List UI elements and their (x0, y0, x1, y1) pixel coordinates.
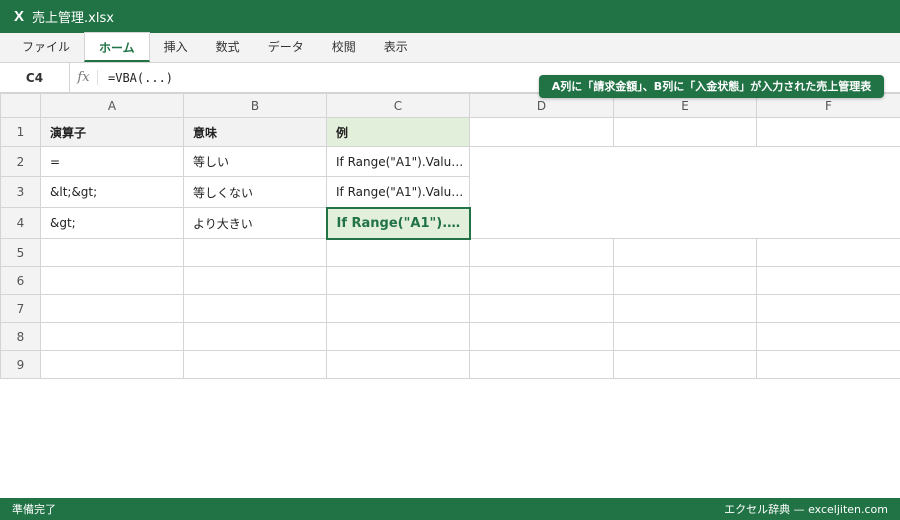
cell-c3[interactable]: If Range("A1").Valu… (326, 176, 470, 208)
cell-e9[interactable] (613, 350, 757, 379)
cell-d9[interactable] (469, 350, 614, 379)
cell-a2[interactable]: = (40, 146, 184, 177)
cell-d8[interactable] (469, 322, 614, 351)
title-bar: X 売上管理.xlsx (0, 0, 900, 33)
cell-b6[interactable] (183, 266, 327, 295)
ribbon-tabs: ファイル ホーム 挿入 数式 データ 校閲 表示 (0, 32, 900, 63)
cell-b4[interactable]: より大きい (183, 207, 327, 239)
cell-c4-selected[interactable]: If Range("A1").V… (325, 206, 471, 240)
column-header-b[interactable]: B (183, 93, 327, 118)
cell-e6[interactable] (613, 266, 757, 295)
row-header-5[interactable]: 5 (0, 238, 41, 267)
empty-area (469, 207, 900, 239)
cell-e5[interactable] (613, 238, 757, 267)
tab-review[interactable]: 校閲 (318, 32, 370, 62)
row-header-2[interactable]: 2 (0, 146, 41, 177)
cell-a6[interactable] (40, 266, 184, 295)
status-ready: 準備完了 (12, 503, 56, 516)
cell-a5[interactable] (40, 238, 184, 267)
tab-insert[interactable]: 挿入 (150, 32, 202, 62)
tab-home[interactable]: ホーム (84, 32, 150, 62)
cell-f9[interactable] (756, 350, 900, 379)
cell-f1[interactable] (756, 117, 900, 147)
cell-c5[interactable] (326, 238, 470, 267)
empty-area (469, 146, 900, 177)
tab-data[interactable]: データ (254, 32, 318, 62)
cell-a4[interactable]: &gt; (40, 207, 184, 239)
excel-logo-icon: X (14, 8, 25, 25)
cell-e1[interactable] (613, 117, 757, 147)
row-header-4[interactable]: 4 (0, 207, 41, 239)
cell-b2[interactable]: 等しい (183, 146, 327, 177)
cell-f6[interactable] (756, 266, 900, 295)
tab-file[interactable]: ファイル (8, 32, 84, 62)
info-banner: A列に「請求金額」、B列に「入金状態」が入力された売上管理表 (539, 75, 884, 98)
row-header-7[interactable]: 7 (0, 294, 41, 323)
select-all-corner[interactable] (0, 93, 41, 118)
cell-b8[interactable] (183, 322, 327, 351)
cell-b9[interactable] (183, 350, 327, 379)
cell-f8[interactable] (756, 322, 900, 351)
cell-f7[interactable] (756, 294, 900, 323)
site-credit: エクセル辞典 — exceljiten.com (724, 503, 888, 516)
cell-a8[interactable] (40, 322, 184, 351)
formula-input[interactable]: =VBA(...) (98, 71, 173, 85)
cell-b1[interactable]: 意味 (183, 117, 327, 147)
cell-e7[interactable] (613, 294, 757, 323)
row-header-8[interactable]: 8 (0, 322, 41, 351)
row-header-6[interactable]: 6 (0, 266, 41, 295)
empty-area (469, 176, 900, 208)
cell-d6[interactable] (469, 266, 614, 295)
status-bar: 準備完了 エクセル辞典 — exceljiten.com (0, 498, 900, 520)
cell-d1[interactable] (469, 117, 614, 147)
fx-icon[interactable]: fx (70, 70, 98, 85)
cell-f5[interactable] (756, 238, 900, 267)
cell-b7[interactable] (183, 294, 327, 323)
tab-formulas[interactable]: 数式 (202, 32, 254, 62)
cell-b5[interactable] (183, 238, 327, 267)
cell-d5[interactable] (469, 238, 614, 267)
name-box[interactable]: C4 (0, 62, 70, 93)
cell-a1[interactable]: 演算子 (40, 117, 184, 147)
cell-c9[interactable] (326, 350, 470, 379)
row-header-1[interactable]: 1 (0, 117, 41, 147)
cell-d7[interactable] (469, 294, 614, 323)
cell-c1[interactable]: 例 (326, 117, 470, 147)
column-header-c[interactable]: C (326, 93, 470, 118)
window-title: 売上管理.xlsx (32, 11, 114, 26)
cell-b3[interactable]: 等しくない (183, 176, 327, 208)
cell-c8[interactable] (326, 322, 470, 351)
cell-c7[interactable] (326, 294, 470, 323)
cell-a9[interactable] (40, 350, 184, 379)
cell-e8[interactable] (613, 322, 757, 351)
column-header-a[interactable]: A (40, 93, 184, 118)
spreadsheet-grid: A B C D E F 1 演算子 意味 例 2 = 等しい If Range(… (0, 93, 900, 379)
cell-a7[interactable] (40, 294, 184, 323)
tab-view[interactable]: 表示 (370, 32, 422, 62)
cell-c2[interactable]: If Range("A1").Valu… (326, 146, 470, 177)
row-header-9[interactable]: 9 (0, 350, 41, 379)
cell-a3[interactable]: &lt;&gt; (40, 176, 184, 208)
cell-c6[interactable] (326, 266, 470, 295)
row-header-3[interactable]: 3 (0, 176, 41, 208)
